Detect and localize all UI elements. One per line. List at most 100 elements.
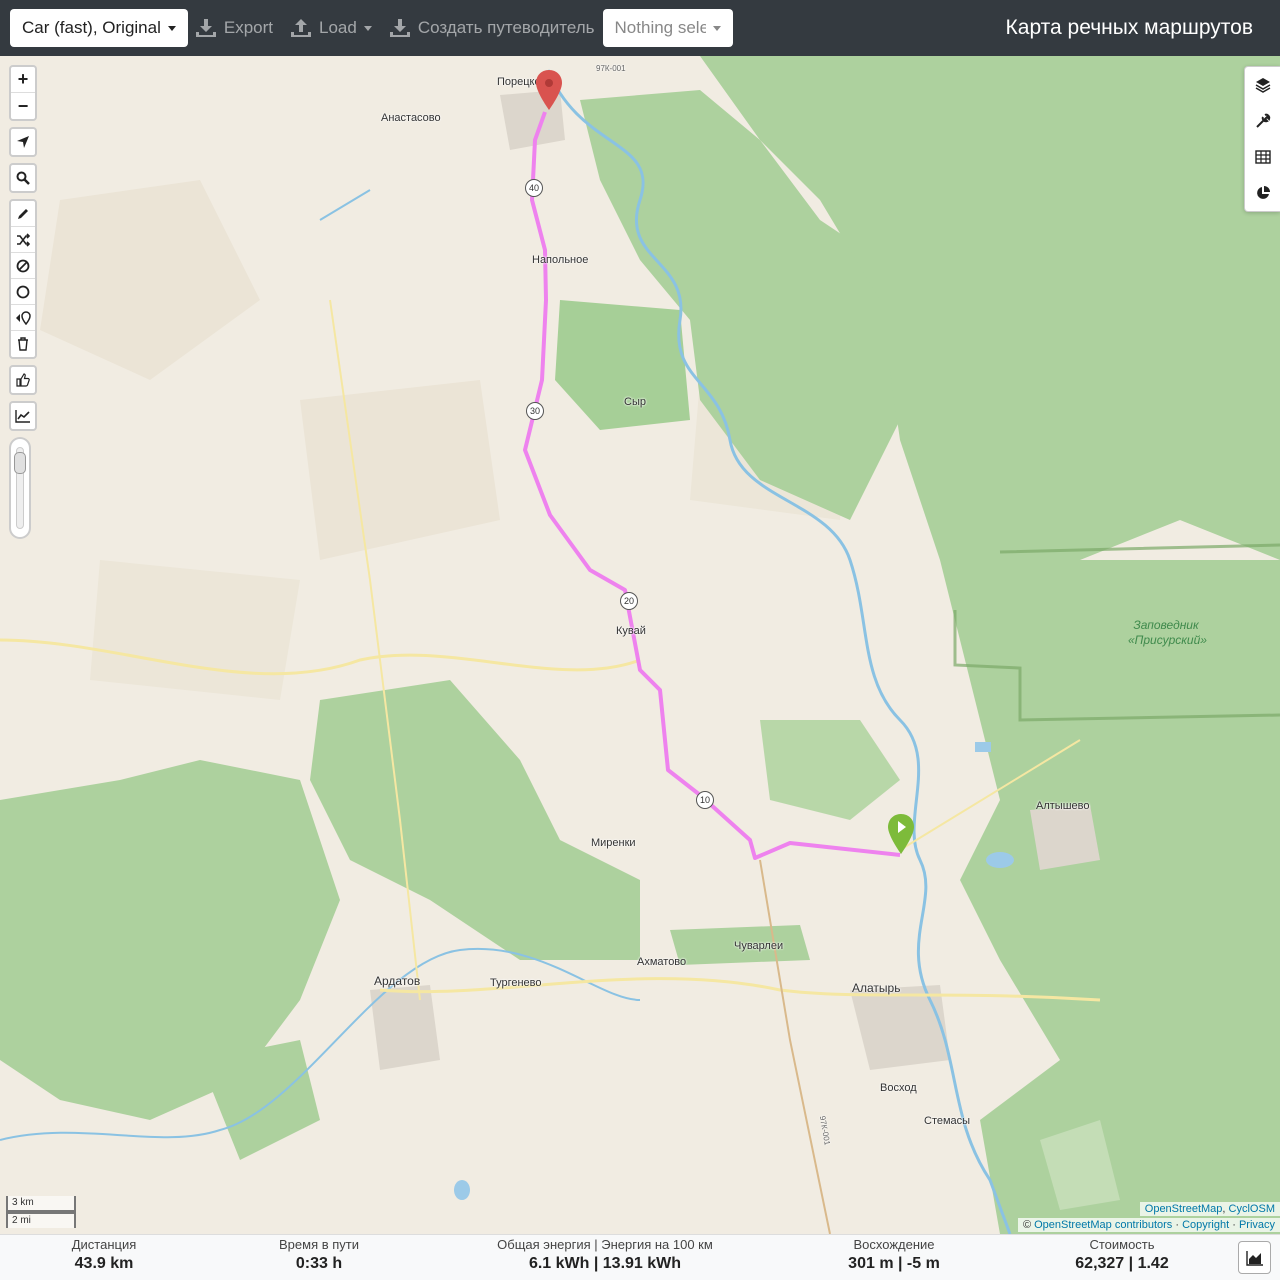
place-label: Ардатов bbox=[374, 974, 421, 988]
create-guide-button[interactable]: Создать путеводитель bbox=[389, 18, 595, 38]
circle-icon bbox=[16, 285, 30, 298]
statistics-button[interactable] bbox=[1245, 175, 1280, 211]
stat-energy: Общая энергия | Энергия на 100 км 6.1 kW… bbox=[490, 1237, 720, 1273]
locate-button[interactable] bbox=[11, 129, 35, 155]
area-chart-icon bbox=[1245, 1250, 1263, 1266]
osm-tiles-link[interactable]: OpenStreetMap bbox=[1145, 1203, 1223, 1215]
shuffle-icon bbox=[17, 232, 30, 247]
pencil-icon bbox=[18, 208, 28, 219]
map-canvas[interactable]: 40 30 20 10 97К-001 97К-001 Порецкое Ана… bbox=[0, 56, 1280, 1234]
app: Car (fast), Original Export Load Создать… bbox=[0, 0, 1280, 1280]
elevation-button[interactable] bbox=[11, 403, 35, 429]
place-label: Напольное bbox=[532, 254, 589, 266]
place-label: Чуварлеи bbox=[734, 940, 784, 952]
reserve-label: Заповедник «Присурский» bbox=[1128, 618, 1207, 647]
download-icon bbox=[195, 19, 216, 37]
copyright-symbol: © bbox=[1022, 1219, 1035, 1231]
stat-value: 0:33 h bbox=[295, 1255, 343, 1272]
stat-label: Стоимость bbox=[1089, 1237, 1155, 1252]
delete-last-point-button[interactable] bbox=[11, 305, 35, 331]
load-dropdown[interactable]: Load bbox=[291, 18, 372, 38]
line-chart-icon bbox=[15, 410, 30, 423]
zoom-control: + − bbox=[9, 65, 37, 121]
search-icon bbox=[16, 171, 30, 185]
profile-dropdown[interactable]: Car (fast), Original bbox=[10, 9, 188, 47]
chevron-down-icon bbox=[712, 25, 721, 31]
chevron-down-icon bbox=[363, 25, 372, 31]
elevation-chart-button[interactable] bbox=[1238, 1241, 1271, 1274]
place-label: Сыр bbox=[624, 396, 646, 408]
route-stats-bar: Дистанция 43.9 km Время в пути 0:33 h Об… bbox=[0, 1234, 1280, 1280]
stat-label: Время в пути bbox=[279, 1237, 359, 1252]
layers-button[interactable] bbox=[1245, 67, 1280, 103]
privacy-link[interactable]: Privacy bbox=[1239, 1219, 1275, 1231]
draw-controls bbox=[9, 199, 37, 359]
create-guide-label: Создать путеводитель bbox=[417, 18, 595, 37]
scale-bar: 3 km 2 mi bbox=[6, 1196, 76, 1228]
stat-value: 62,327 | 1.42 bbox=[1075, 1255, 1169, 1272]
wrench-icon bbox=[1255, 113, 1270, 128]
stat-value: 43.9 km bbox=[74, 1255, 134, 1272]
draw-route-button[interactable] bbox=[11, 201, 35, 227]
end-marker-icon[interactable] bbox=[888, 814, 914, 854]
road-shield: 20 bbox=[620, 592, 638, 610]
settings-button[interactable] bbox=[1245, 103, 1280, 139]
export-label: Export bbox=[223, 18, 274, 37]
tile-attribution: OpenStreetMap, CyclOSM bbox=[1139, 1202, 1280, 1216]
roundtrip-button[interactable] bbox=[11, 279, 35, 305]
map-attribution: © OpenStreetMap contributors · Copyright… bbox=[1017, 1218, 1280, 1232]
upload-icon bbox=[291, 19, 312, 37]
data-table-button[interactable] bbox=[1245, 139, 1280, 175]
layers-icon bbox=[1255, 78, 1270, 93]
cyclosm-link[interactable]: CyclOSM bbox=[1229, 1203, 1275, 1215]
reverse-route-button[interactable] bbox=[11, 227, 35, 253]
thumbs-up-icon bbox=[16, 373, 30, 387]
place-label: Миренки bbox=[591, 837, 636, 849]
place-label: Алатырь bbox=[852, 981, 901, 995]
trash-icon bbox=[18, 337, 28, 351]
road-code-label: 97К-001 bbox=[596, 64, 626, 73]
slider-thumb[interactable] bbox=[14, 452, 26, 474]
stat-value: 301 m | -5 m bbox=[848, 1255, 940, 1272]
copyright-link[interactable]: Copyright bbox=[1182, 1219, 1229, 1231]
place-label: Алтышево bbox=[1036, 800, 1090, 812]
chevron-down-icon bbox=[167, 25, 176, 31]
place-label: Тургенево bbox=[490, 977, 542, 989]
table-icon bbox=[1254, 150, 1271, 164]
start-marker-icon[interactable] bbox=[536, 70, 562, 110]
osm-contributors-link[interactable]: OpenStreetMap contributors bbox=[1034, 1219, 1172, 1231]
locate-icon bbox=[17, 136, 29, 148]
scale-metric: 3 km bbox=[6, 1196, 76, 1212]
selection-label: Nothing selected bbox=[614, 18, 706, 37]
selection-dropdown[interactable]: Nothing selected bbox=[602, 9, 733, 47]
search-control bbox=[9, 163, 37, 193]
export-button[interactable]: Export bbox=[195, 18, 274, 38]
stat-label: Общая энергия | Энергия на 100 км bbox=[497, 1237, 713, 1252]
clear-route-button[interactable] bbox=[11, 331, 35, 357]
no-go-areas-button[interactable] bbox=[11, 253, 35, 279]
load-label: Load bbox=[319, 18, 357, 37]
profile-label: Car (fast), Original bbox=[22, 18, 161, 37]
feedback-control bbox=[9, 365, 37, 395]
locate-control bbox=[9, 127, 37, 157]
pie-chart-icon bbox=[1256, 186, 1270, 199]
right-control-panel bbox=[1244, 66, 1280, 212]
elevation-control bbox=[9, 401, 37, 431]
road-shield: 30 bbox=[526, 402, 544, 420]
stat-value: 6.1 kWh | 13.91 kWh bbox=[528, 1255, 682, 1272]
attribution-separator: · bbox=[1229, 1219, 1239, 1231]
scale-imperial: 2 mi bbox=[6, 1212, 76, 1228]
feedback-button[interactable] bbox=[11, 367, 35, 393]
zoom-in-button[interactable]: + bbox=[11, 67, 35, 93]
road-shield: 40 bbox=[525, 179, 543, 197]
stat-label: Дистанция bbox=[71, 1237, 137, 1252]
place-label: Ахматово bbox=[637, 956, 687, 968]
place-label: Стемасы bbox=[924, 1115, 971, 1127]
place-label: Анастасово bbox=[381, 112, 441, 124]
opacity-slider[interactable] bbox=[9, 437, 31, 539]
download-icon bbox=[389, 19, 410, 37]
attribution-separator: · bbox=[1172, 1219, 1183, 1231]
zoom-out-button[interactable]: − bbox=[11, 93, 35, 119]
stat-label: Восхождение bbox=[853, 1237, 935, 1252]
search-button[interactable] bbox=[11, 165, 35, 191]
